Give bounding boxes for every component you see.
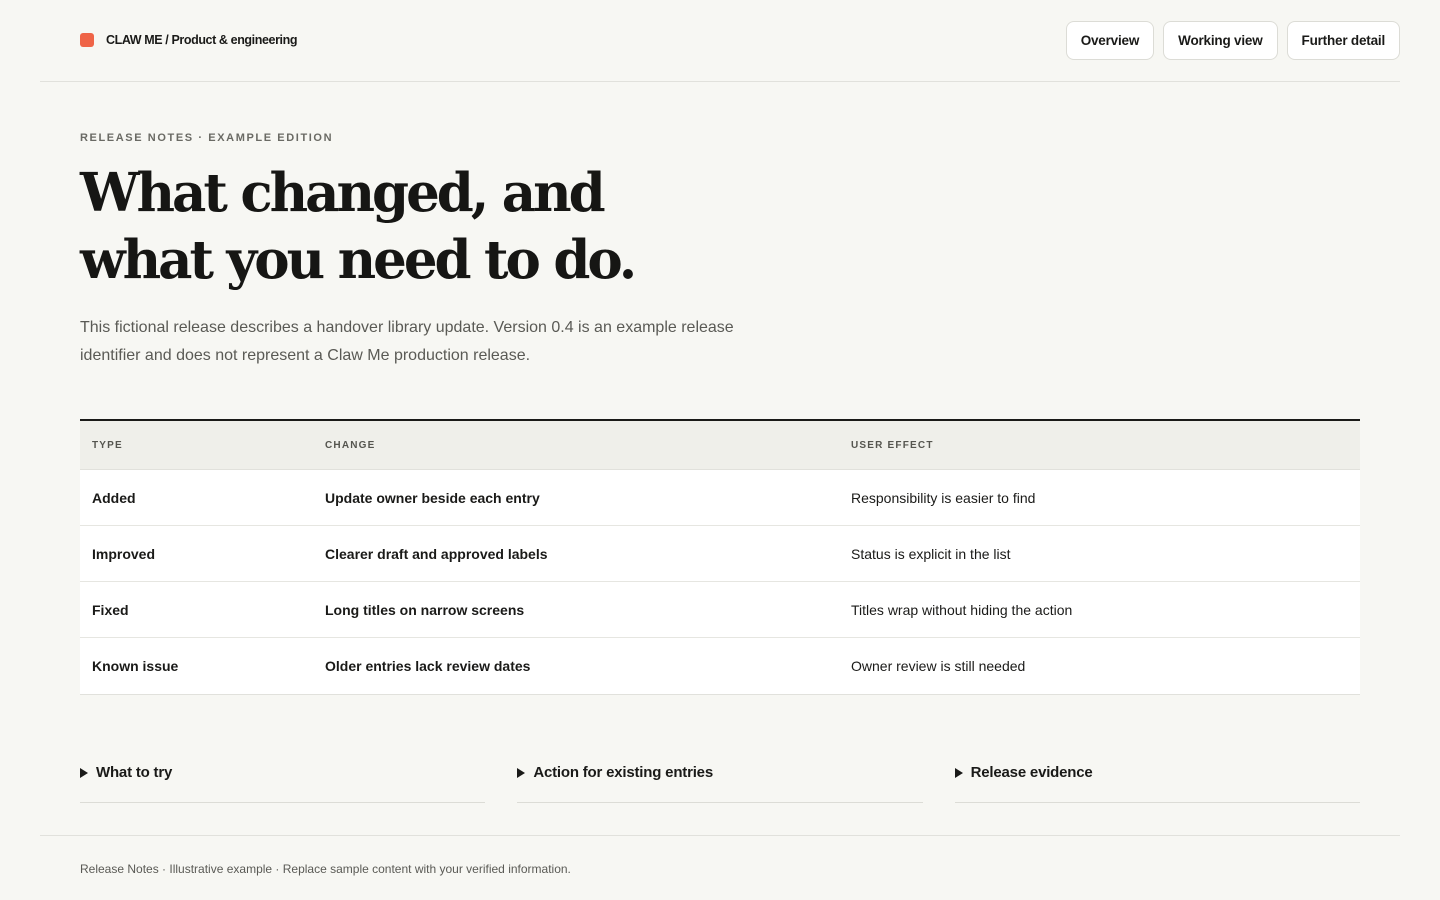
change-cell: Clearer draft and approved labels xyxy=(325,545,548,562)
column-header-type: TYPE xyxy=(92,439,123,451)
brand-logo-icon xyxy=(80,33,94,47)
effect-cell: Responsibility is easier to find xyxy=(851,489,1036,506)
what-to-try-disclosure[interactable]: What to try xyxy=(80,742,486,803)
eyebrow-label: RELEASE NOTES · EXAMPLE EDITION xyxy=(80,132,334,144)
action-for-existing-entries-disclosure[interactable]: Action for existing entries xyxy=(517,742,923,803)
column-header-change: CHANGE xyxy=(325,439,376,451)
triangle-right-icon xyxy=(517,767,526,778)
page-footer: Release Notes · Illustrative example · R… xyxy=(40,835,1400,900)
page-title-line-1: What changed, and xyxy=(80,162,606,224)
effect-cell: Owner review is still needed xyxy=(851,658,1026,674)
brand-name: CLAW ME / Product & engineering xyxy=(106,33,298,47)
triangle-right-icon xyxy=(80,767,88,778)
disclosure-label: Release evidence xyxy=(970,763,1093,781)
table-header: TYPE CHANGE USER EFFECT xyxy=(80,421,1360,470)
change-cell: Update owner beside each entry xyxy=(325,489,540,506)
type-cell: Fixed xyxy=(92,601,129,618)
table-row: Fixed Long titles on narrow screens Titl… xyxy=(80,582,1360,638)
page-title: What changed, and what you need to do. xyxy=(80,160,780,294)
column-header-user-effect: USER EFFECT xyxy=(851,439,934,451)
footer-text: Release Notes · Illustrative example · R… xyxy=(80,862,571,876)
top-nav: Overview Working view Further detail xyxy=(1065,21,1400,60)
overview-button[interactable]: Overview xyxy=(1065,21,1155,60)
release-evidence-disclosure[interactable]: Release evidence xyxy=(954,742,1360,803)
type-cell: Improved xyxy=(92,545,156,562)
changes-table: TYPE CHANGE USER EFFECT Added Update own… xyxy=(80,419,1360,695)
disclosure-label: Action for existing entries xyxy=(533,763,713,781)
effect-cell: Titles wrap without hiding the action xyxy=(851,601,1073,618)
table-row: Added Update owner beside each entry Res… xyxy=(80,470,1360,526)
brand[interactable]: CLAW ME / Product & engineering xyxy=(80,33,297,47)
disclosure-label: What to try xyxy=(96,763,173,781)
further-detail-button[interactable]: Further detail xyxy=(1286,21,1400,60)
change-cell: Long titles on narrow screens xyxy=(325,601,525,618)
intro-paragraph: This fictional release describes a hando… xyxy=(80,319,734,364)
triangle-right-icon xyxy=(954,767,963,778)
type-cell: Known issue xyxy=(92,658,179,674)
table-row: Known issue Older entries lack review da… xyxy=(80,638,1360,694)
details-group: What to try Action for existing entries … xyxy=(80,742,1360,803)
table-row: Improved Clearer draft and approved labe… xyxy=(80,526,1360,582)
change-cell: Older entries lack review dates xyxy=(325,658,531,674)
working-view-button[interactable]: Working view xyxy=(1163,21,1278,60)
top-bar: CLAW ME / Product & engineering Overview… xyxy=(40,0,1400,82)
effect-cell: Status is explicit in the list xyxy=(851,545,1011,562)
page-title-line-2: what you need to do. xyxy=(80,229,637,291)
type-cell: Added xyxy=(92,489,136,506)
